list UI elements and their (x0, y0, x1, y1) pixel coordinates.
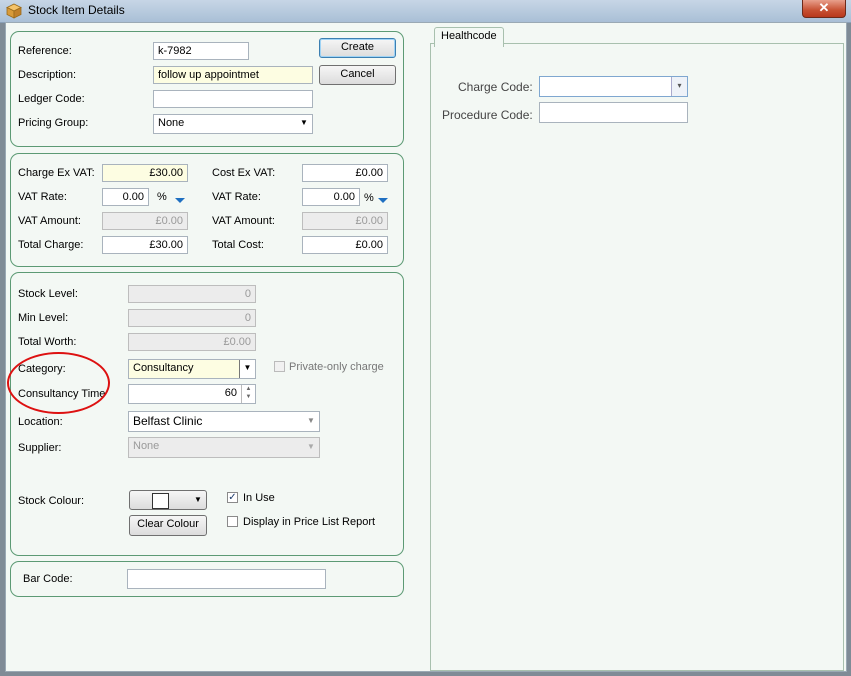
in-use-label: In Use (243, 492, 275, 504)
dialog-body: Reference: k-7982 Description: follow up… (5, 22, 847, 672)
reference-field[interactable]: k-7982 (153, 42, 249, 60)
vat-dropdown-arrow-icon[interactable] (175, 198, 185, 203)
stock-panel: Stock Level: 0 Min Level: 0 Total Worth:… (10, 272, 404, 556)
location-label: Location: (18, 416, 63, 428)
cost-vat-rate-label: VAT Rate: (212, 191, 261, 203)
vat-amount-field: £0.00 (102, 212, 188, 230)
cost-ex-vat-label: Cost Ex VAT: (212, 167, 276, 179)
ledger-code-field[interactable] (153, 90, 313, 108)
chevron-down-icon: ▼ (194, 495, 202, 504)
procedure-code-label: Procedure Code: (442, 108, 533, 122)
category-select[interactable]: Consultancy ▼ (128, 359, 256, 379)
chevron-down-icon: ▼ (300, 118, 308, 127)
total-cost-field[interactable]: £0.00 (302, 236, 388, 254)
vat-rate-label: VAT Rate: (18, 191, 67, 203)
cost-vat-rate-percent: % (364, 192, 374, 204)
display-price-list-checkbox[interactable] (227, 516, 238, 527)
create-button[interactable]: Create (319, 38, 396, 58)
total-worth-field: £0.00 (128, 333, 256, 351)
category-value: Consultancy (133, 362, 194, 374)
ledger-code-label: Ledger Code: (18, 93, 85, 105)
charge-ex-vat-field[interactable]: £30.00 (102, 164, 188, 182)
private-only-checkbox[interactable] (274, 361, 285, 372)
cost-vat-rate-field[interactable]: 0.00 (302, 188, 360, 206)
check-icon: ✓ (228, 492, 237, 503)
bar-code-label: Bar Code: (23, 573, 73, 585)
supplier-label: Supplier: (18, 442, 62, 454)
min-level-label: Min Level: (18, 312, 69, 324)
stock-colour-picker[interactable]: ▼ (129, 490, 207, 510)
consultancy-time-field[interactable]: 60 ▲ ▼ (128, 384, 256, 404)
close-icon: ✕ (818, 0, 830, 15)
stock-colour-label: Stock Colour: (18, 495, 85, 507)
total-cost-label: Total Cost: (212, 239, 264, 251)
colour-swatch (152, 493, 169, 509)
vat-rate-percent: % (157, 191, 167, 203)
category-label: Category: (18, 363, 66, 375)
chevron-down-icon: ▼ (307, 442, 315, 451)
vat-amount-label: VAT Amount: (18, 215, 81, 227)
healthcode-panel: Charge Code: ▾ Procedure Code: (430, 43, 844, 671)
clear-colour-button[interactable]: Clear Colour (129, 515, 207, 536)
pricing-group-label: Pricing Group: (18, 117, 89, 129)
procedure-code-field[interactable] (539, 102, 688, 123)
description-field[interactable]: follow up appointmet (153, 66, 313, 84)
charge-ex-vat-label: Charge Ex VAT: (18, 167, 95, 179)
display-price-list-label: Display in Price List Report (243, 516, 376, 528)
chevron-down-icon: ▾ (671, 77, 687, 96)
pricing-panel: Charge Ex VAT: £30.00 VAT Rate: 0.00 % V… (10, 153, 404, 267)
cost-ex-vat-field[interactable]: £0.00 (302, 164, 388, 182)
tab-healthcode[interactable]: Healthcode (434, 27, 504, 47)
stock-level-field: 0 (128, 285, 256, 303)
total-worth-label: Total Worth: (18, 336, 77, 348)
charge-code-select[interactable]: ▾ (539, 76, 688, 97)
vat-rate-field[interactable]: 0.00 (102, 188, 149, 206)
total-charge-label: Total Charge: (18, 239, 84, 251)
chevron-down-icon: ▼ (307, 416, 315, 425)
cost-vat-amount-label: VAT Amount: (212, 215, 275, 227)
bar-code-field[interactable] (127, 569, 326, 589)
close-button[interactable]: ✕ (802, 0, 846, 18)
stock-level-label: Stock Level: (18, 288, 78, 300)
pricing-group-select[interactable]: None ▼ (153, 114, 313, 134)
location-select[interactable]: Belfast Clinic ▼ (128, 411, 320, 432)
supplier-value: None (133, 440, 160, 452)
window-title: Stock Item Details (28, 3, 125, 17)
barcode-panel: Bar Code: (10, 561, 404, 597)
supplier-select: None ▼ (128, 437, 320, 458)
consultancy-time-label: Consultancy Time (18, 388, 106, 400)
tab-healthcode-label: Healthcode (441, 30, 497, 42)
box-icon (6, 3, 22, 19)
pricing-group-value: None (158, 117, 185, 129)
description-label: Description: (18, 69, 77, 81)
in-use-checkbox[interactable]: ✓ (227, 492, 238, 503)
total-charge-field[interactable]: £30.00 (102, 236, 188, 254)
spinner-icon[interactable]: ▲ ▼ (241, 385, 255, 403)
location-value: Belfast Clinic (133, 414, 203, 428)
cost-vat-amount-field: £0.00 (302, 212, 388, 230)
chevron-down-icon: ▼ (239, 360, 255, 378)
private-only-label: Private-only charge (289, 361, 384, 373)
charge-code-label: Charge Code: (458, 80, 533, 94)
reference-label: Reference: (18, 45, 72, 57)
consultancy-time-value: 60 (224, 387, 237, 399)
cancel-button[interactable]: Cancel (319, 65, 396, 85)
title-bar: Stock Item Details ✕ (0, 0, 851, 23)
min-level-field: 0 (128, 309, 256, 327)
cost-vat-dropdown-arrow-icon[interactable] (378, 198, 388, 203)
